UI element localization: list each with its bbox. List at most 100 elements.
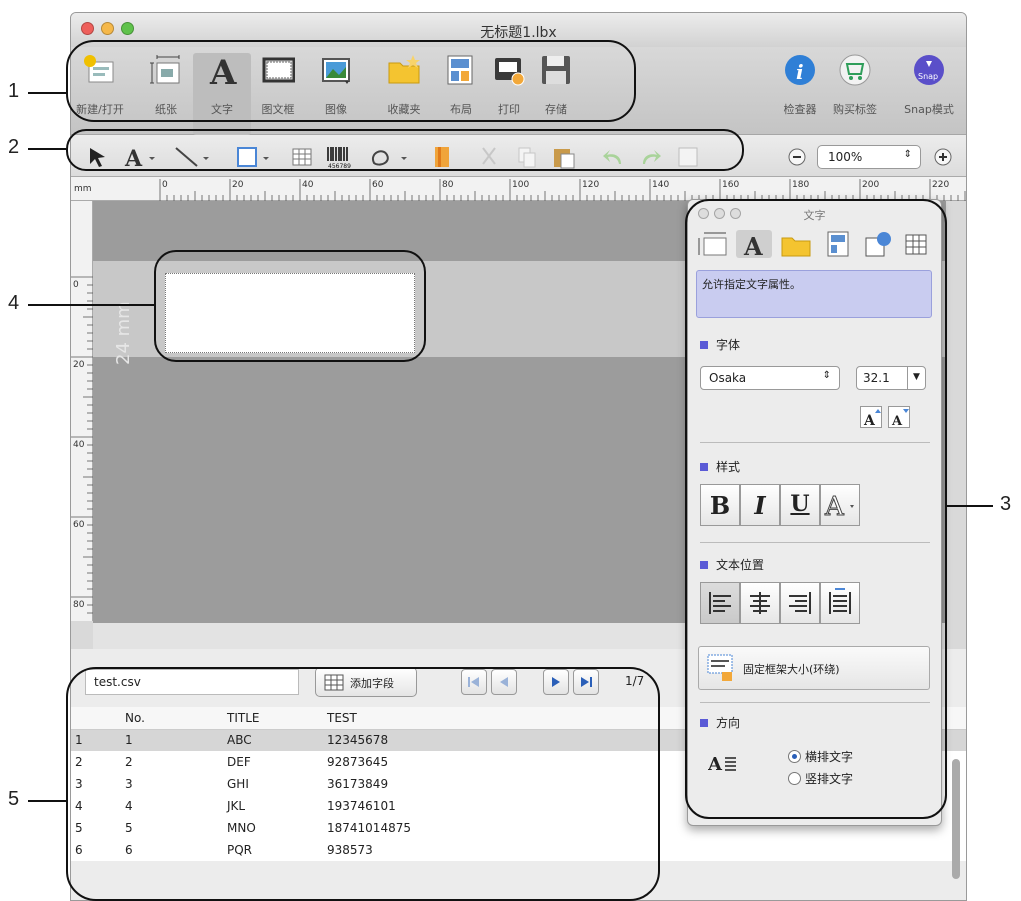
image-button[interactable]: 图像: [307, 53, 365, 117]
format-tool-icon[interactable]: [431, 145, 453, 169]
favorites-button[interactable]: 收藏夹: [375, 53, 433, 117]
inspector-panel: 文字 A 允许指定文字属性。 字体 Osaka ⇕ 32.1 ▼ A A 样式 …: [687, 199, 942, 826]
line-tool-icon[interactable]: [173, 145, 213, 169]
radio-unselected-icon: [788, 772, 801, 785]
vertical-text-radio[interactable]: 竖排文字: [788, 770, 853, 787]
add-field-label: 添加字段: [350, 677, 394, 690]
justify-icon[interactable]: [820, 582, 860, 624]
italic-button[interactable]: I: [740, 484, 780, 526]
font-family-select[interactable]: Osaka ⇕: [700, 366, 840, 390]
align-right-icon[interactable]: [780, 582, 820, 624]
new-open-button[interactable]: 新建/打开: [71, 53, 129, 117]
shopping-cart-icon: [838, 53, 872, 87]
properties-icon[interactable]: [675, 145, 701, 169]
drawing-toolbar: A 456789 100% ⇕: [71, 135, 966, 177]
inspector-tabs: A: [696, 230, 934, 261]
ruler-tick-label: 220: [932, 180, 949, 190]
ruler-tick-label: 80: [73, 600, 85, 610]
next-record-icon[interactable]: [543, 669, 569, 695]
table-scrollbar[interactable]: [952, 759, 960, 879]
ruler-tick-label: 20: [73, 360, 85, 370]
column-header[interactable]: No.: [121, 707, 223, 730]
inspector-button[interactable]: i 检查器: [771, 53, 829, 117]
callout-number: 4: [8, 292, 20, 314]
add-field-icon: [324, 674, 344, 691]
decrease-font-size-icon[interactable]: A: [888, 406, 910, 429]
tape-width-label: 24 mm: [113, 301, 134, 365]
bold-button[interactable]: B: [700, 484, 740, 526]
ruler-tick-label: 80: [442, 180, 454, 190]
add-field-button[interactable]: 添加字段: [315, 667, 417, 697]
ruler-tick-label: 100: [512, 180, 529, 190]
align-left-icon[interactable]: [700, 582, 740, 624]
vertical-ruler: 0 20 40 60 80: [71, 201, 93, 621]
barcode-tool-icon[interactable]: 456789: [325, 145, 351, 170]
underline-button[interactable]: U: [780, 484, 820, 526]
horizontal-text-radio[interactable]: 横排文字: [788, 748, 853, 765]
paste-icon[interactable]: [551, 145, 577, 169]
text-object[interactable]: [165, 273, 415, 353]
table-tool-icon[interactable]: [291, 145, 313, 169]
zoom-out-icon[interactable]: [787, 145, 807, 169]
first-record-icon[interactable]: [461, 669, 487, 695]
fixed-frame-button[interactable]: 固定框架大小(环绕): [698, 646, 930, 690]
paper-tab-icon[interactable]: [696, 230, 732, 258]
table-row[interactable]: 6 6 PQR 938573: [71, 839, 966, 861]
shape-tab-icon[interactable]: [860, 230, 896, 258]
callout-leader: [28, 800, 66, 802]
callout-number: 2: [8, 136, 20, 158]
shape-tool-icon[interactable]: [235, 145, 275, 169]
text-direction-icon: A: [707, 750, 744, 775]
font-family-value: Osaka: [709, 371, 747, 385]
frame-button[interactable]: 图文框: [249, 53, 307, 117]
database-file-field[interactable]: test.csv: [85, 669, 299, 695]
column-header[interactable]: TITLE: [223, 707, 323, 730]
copy-icon[interactable]: [515, 145, 539, 169]
text-button[interactable]: A 文字: [193, 53, 251, 135]
text-tool-icon[interactable]: A: [123, 145, 159, 172]
frame-icon: [261, 53, 296, 87]
last-record-icon[interactable]: [573, 669, 599, 695]
title-bar: 无标题1.lbx: [71, 13, 966, 47]
text-tab-icon[interactable]: A: [736, 230, 772, 261]
save-button[interactable]: 存储: [527, 53, 585, 117]
ruler-tick-label: 0: [162, 180, 168, 190]
save-disk-icon: [539, 53, 573, 87]
chevron-down-icon[interactable]: ▼: [907, 367, 925, 389]
zoom-in-icon[interactable]: [933, 145, 953, 169]
snap-mode-button[interactable]: Snap Snap模式: [893, 53, 965, 117]
align-center-icon[interactable]: [740, 582, 780, 624]
ruler-tick-label: 180: [792, 180, 809, 190]
barcode-caption: 456789: [328, 163, 351, 169]
increase-font-size-icon[interactable]: A: [860, 406, 882, 429]
favorites-tab-icon[interactable]: [778, 230, 814, 258]
column-header[interactable]: [71, 707, 121, 730]
fixed-frame-icon: [707, 654, 733, 681]
table-tab-icon[interactable]: [898, 230, 934, 258]
zoom-select[interactable]: 100% ⇕: [817, 145, 921, 169]
ruler-tick-label: 40: [73, 440, 85, 450]
stepper-icon: ⇕: [822, 370, 831, 381]
clipart-tool-icon[interactable]: [369, 145, 413, 169]
horizontal-ruler-ticks: 0 20 40 60 80 100 120 140 160 180 200 220: [159, 179, 966, 201]
ruler-tick-label: 60: [73, 520, 85, 530]
text-effect-button[interactable]: A: [820, 484, 860, 526]
font-section-title: 字体: [700, 336, 740, 353]
paper-button[interactable]: 纸张: [137, 53, 195, 117]
callout-number: 3: [1000, 493, 1012, 515]
buy-labels-button[interactable]: 购买标签: [826, 53, 884, 117]
redo-icon[interactable]: [637, 145, 663, 169]
svg-text:i: i: [796, 60, 804, 84]
layout-tab-icon[interactable]: [820, 230, 856, 258]
cut-icon[interactable]: [477, 145, 501, 169]
text-icon: A: [205, 53, 239, 93]
record-page-count: 1/7: [625, 674, 645, 688]
callout-leader: [28, 92, 66, 94]
callout-number: 1: [8, 80, 20, 102]
font-size-combo[interactable]: 32.1 ▼: [856, 366, 926, 390]
undo-icon[interactable]: [601, 145, 627, 169]
select-arrow-icon[interactable]: [87, 145, 109, 169]
column-header[interactable]: TEST: [323, 707, 427, 730]
previous-record-icon[interactable]: [491, 669, 517, 695]
callout-leader: [28, 148, 66, 150]
